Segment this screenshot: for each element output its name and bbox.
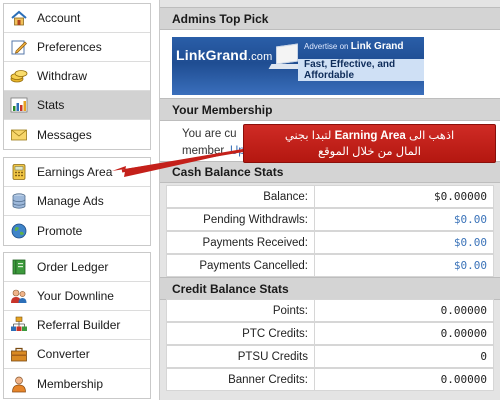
- laptop-icon: [276, 43, 298, 65]
- sidebar-item-label: Referral Builder: [37, 318, 121, 332]
- database-icon: [10, 192, 28, 210]
- main-panel: Admins Top Pick LinkGrand.com Advertise …: [159, 0, 500, 400]
- sidebar-item-label: Promote: [37, 223, 83, 238]
- sidebar-item-your-downline[interactable]: Your Downline: [4, 282, 150, 311]
- ptc-credits-label: PTC Credits:: [167, 323, 315, 344]
- balance-value: $0.00000: [434, 190, 487, 203]
- pending-withdrawls-link[interactable]: $0.00: [315, 209, 493, 230]
- house-icon: [10, 9, 28, 27]
- sidebar-item-label: Messages: [37, 127, 92, 142]
- sidebar-item-label: Manage Ads: [37, 194, 104, 208]
- user-icon: [10, 375, 28, 393]
- pencil-icon: [10, 38, 28, 56]
- sidebar-item-referral-builder[interactable]: Referral Builder: [4, 311, 150, 340]
- sidebar-item-label: Account: [37, 11, 81, 25]
- sidebar-item-membership[interactable]: Membership: [4, 369, 150, 398]
- ledger-icon: [10, 258, 28, 276]
- sidebar-group-earnings: Earnings Area Manage Ads Promote: [3, 157, 151, 246]
- payments-cancelled-link[interactable]: $0.00: [315, 255, 493, 276]
- sidebar-item-withdraw[interactable]: Withdraw: [4, 62, 150, 91]
- envelope-icon: [10, 126, 28, 144]
- sidebar-item-promote[interactable]: Promote: [4, 216, 150, 245]
- table-row: Banner Credits: 0.00000: [166, 368, 494, 391]
- credit-balance-header: Credit Balance Stats: [160, 277, 500, 300]
- points-value: 0.00000: [440, 304, 487, 317]
- sidebar-item-preferences[interactable]: Preferences: [4, 33, 150, 62]
- cash-balance-header: Cash Balance Stats: [160, 161, 500, 183]
- linkgrand-banner[interactable]: LinkGrand.com Advertise on Link Grand Fa…: [172, 37, 424, 95]
- sidebar-item-label: Earnings Area: [37, 165, 113, 179]
- payments-cancelled-label: Payments Cancelled:: [167, 255, 315, 276]
- balance-label: Balance:: [167, 186, 315, 207]
- sidebar-item-label: Converter: [37, 347, 90, 361]
- callout-line1: اذهب الى Earning Area لتبدا بجني: [284, 130, 455, 142]
- sidebar-item-label: Membership: [37, 376, 104, 391]
- sidebar-group-account: Account Preferences Withdraw Stats Messa…: [3, 3, 151, 150]
- payments-received-label: Payments Received:: [167, 232, 315, 253]
- sidebar-item-messages[interactable]: Messages: [4, 120, 150, 149]
- sidebar-nav: Account Preferences Withdraw Stats Messa…: [0, 0, 156, 400]
- sidebar-item-earnings-area[interactable]: Earnings Area: [4, 158, 150, 187]
- table-row: Balance: $0.00000: [166, 185, 494, 208]
- points-label: Points:: [167, 300, 315, 321]
- banner-logo: LinkGrand.com: [176, 47, 273, 63]
- sidebar-item-label: Order Ledger: [37, 260, 109, 274]
- globe-icon: [10, 222, 28, 240]
- banner-advertise-text: Advertise on Link Grand: [304, 41, 404, 52]
- admins-top-pick-header: Admins Top Pick: [160, 7, 500, 30]
- banner-credits-value: 0.00000: [440, 373, 487, 386]
- ptsu-credits-value: 0: [480, 350, 487, 363]
- table-row: Payments Received: $0.00: [166, 231, 494, 254]
- sidebar-item-stats[interactable]: Stats: [4, 91, 150, 120]
- sidebar-item-order-ledger[interactable]: Order Ledger: [4, 253, 150, 282]
- sidebar-item-account[interactable]: Account: [4, 4, 150, 33]
- users-icon: [10, 287, 28, 305]
- ptsu-credits-label: PTSU Credits: [167, 346, 315, 367]
- your-membership-header: Your Membership: [160, 98, 500, 121]
- sidebar-item-label: Withdraw: [37, 69, 88, 83]
- sidebar-item-label: Preferences: [37, 40, 102, 54]
- table-row: PTC Credits: 0.00000: [166, 322, 494, 345]
- payments-received-link[interactable]: $0.00: [315, 232, 493, 253]
- table-row: PTSU Credits 0: [166, 345, 494, 368]
- bar-chart-icon: [10, 96, 28, 114]
- admins-top-pick-body: LinkGrand.com Advertise on Link Grand Fa…: [160, 30, 500, 98]
- banner-tagline: Fast, Effective, and Affordable: [298, 59, 424, 81]
- calculator-icon: [10, 163, 28, 181]
- table-row: Points: 0.00000: [166, 299, 494, 322]
- toolbox-icon: [10, 345, 28, 363]
- banner-credits-label: Banner Credits:: [167, 369, 315, 390]
- callout-annotation: اذهب الى Earning Area لتبدا بجني المال م…: [243, 124, 496, 163]
- pending-withdrawls-label: Pending Withdrawls:: [167, 209, 315, 230]
- ptc-credits-value: 0.00000: [440, 327, 487, 340]
- coins-icon: [10, 67, 28, 85]
- sidebar-item-manage-ads[interactable]: Manage Ads: [4, 187, 150, 216]
- table-row: Pending Withdrawls: $0.00: [166, 208, 494, 231]
- sidebar-item-label: Stats: [37, 98, 65, 112]
- callout-line2: المال من خلال الموقع: [318, 146, 421, 158]
- table-row: Payments Cancelled: $0.00: [166, 254, 494, 277]
- sidebar-group-account-tools: Order Ledger Your Downline Referral Buil…: [3, 252, 151, 399]
- org-chart-icon: [10, 316, 28, 334]
- sidebar-item-converter[interactable]: Converter: [4, 340, 150, 369]
- sidebar-item-label: Your Downline: [37, 289, 114, 303]
